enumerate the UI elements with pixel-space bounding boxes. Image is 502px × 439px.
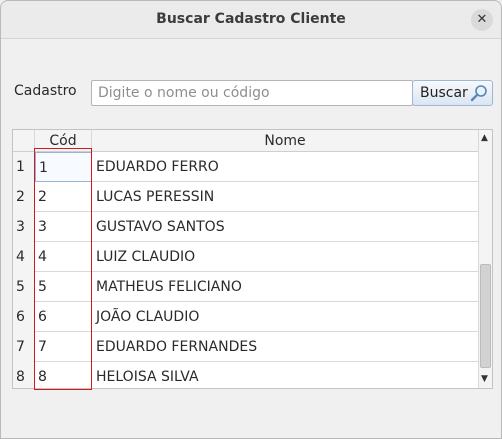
cell-nome[interactable]: LUCAS PERESSIN (93, 182, 478, 212)
table-corner (13, 130, 35, 152)
cell-cod[interactable]: 3 (35, 212, 92, 242)
search-button[interactable]: Buscar (412, 80, 493, 106)
table-row[interactable]: 1 1 EDUARDO FERRO (13, 152, 478, 182)
table-row[interactable]: 2 2 LUCAS PERESSIN (13, 182, 478, 212)
row-number[interactable]: 2 (13, 182, 35, 212)
table-row[interactable]: 3 3 GUSTAVO SANTOS (13, 212, 478, 242)
cell-cod[interactable]: 2 (35, 182, 92, 212)
search-button-label: Buscar (420, 85, 468, 101)
table-row[interactable]: 7 7 EDUARDO FERNANDES (13, 332, 478, 362)
column-header-nome[interactable]: Nome (92, 130, 478, 152)
dialog-window: Buscar Cadastro Cliente ✕ Cadastro Busca… (0, 0, 502, 439)
search-input[interactable] (91, 80, 413, 106)
title-bar: Buscar Cadastro Cliente ✕ (1, 1, 501, 39)
cell-cod[interactable]: 1 (35, 152, 92, 182)
scroll-thumb[interactable] (480, 264, 491, 368)
table-row[interactable]: 8 8 HELOISA SILVA (13, 362, 478, 388)
cell-nome[interactable]: EDUARDO FERNANDES (93, 332, 478, 362)
row-number[interactable]: 3 (13, 212, 35, 242)
table-row[interactable]: 4 4 LUIZ CLAUDIO (13, 242, 478, 272)
scroll-up-icon[interactable]: ▲ (481, 133, 488, 143)
row-number[interactable]: 6 (13, 302, 35, 332)
scroll-down-icon[interactable]: ▼ (481, 374, 488, 384)
table-row[interactable]: 5 5 MATHEUS FELICIANO (13, 272, 478, 302)
table-row[interactable]: 6 6 JOÃO CLAUDIO (13, 302, 478, 332)
row-number[interactable]: 8 (13, 362, 35, 388)
cell-nome[interactable]: HELOISA SILVA (93, 362, 478, 388)
vertical-scrollbar[interactable]: ▲ ▼ (478, 130, 492, 388)
cadastro-label: Cadastro (14, 83, 77, 99)
table-header: Cód Nome (13, 130, 478, 152)
close-button[interactable]: ✕ (471, 9, 493, 31)
cell-nome[interactable]: MATHEUS FELICIANO (93, 272, 478, 302)
row-number[interactable]: 4 (13, 242, 35, 272)
cell-nome[interactable]: JOÃO CLAUDIO (93, 302, 478, 332)
window-title: Buscar Cadastro Cliente (156, 11, 346, 27)
close-icon: ✕ (476, 12, 488, 27)
cell-nome[interactable]: EDUARDO FERRO (93, 152, 478, 182)
cell-cod[interactable]: 4 (35, 242, 92, 272)
cell-cod[interactable]: 5 (35, 272, 92, 302)
column-header-cod[interactable]: Cód (35, 130, 92, 152)
row-number[interactable]: 5 (13, 272, 35, 302)
cell-cod[interactable]: 6 (35, 302, 92, 332)
row-number[interactable]: 1 (13, 152, 35, 182)
cell-nome[interactable]: GUSTAVO SANTOS (93, 212, 478, 242)
cell-cod[interactable]: 7 (35, 332, 92, 362)
client-table[interactable]: Cód Nome 1 1 EDUARDO FERRO 2 2 LUCAS PERESSIN… (12, 129, 493, 389)
cell-nome[interactable]: LUIZ CLAUDIO (93, 242, 478, 272)
magnifier-icon (470, 85, 487, 102)
cell-cod[interactable]: 8 (35, 362, 92, 388)
row-number[interactable]: 7 (13, 332, 35, 362)
